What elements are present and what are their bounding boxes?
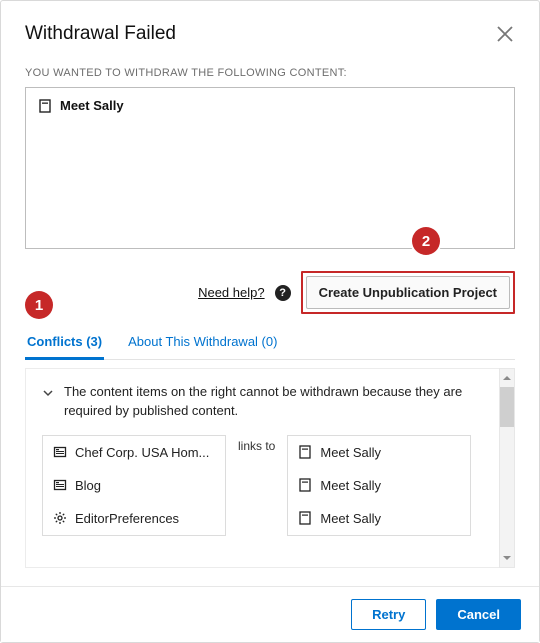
tab-about-withdrawal[interactable]: About This Withdrawal (0): [126, 326, 279, 359]
create-unpublication-highlight: Create Unpublication Project: [301, 271, 515, 314]
scroll-thumb[interactable]: [500, 387, 514, 427]
withdraw-intro-label: YOU WANTED TO WITHDRAW THE FOLLOWING CON…: [25, 67, 515, 79]
create-unpublication-button[interactable]: Create Unpublication Project: [306, 276, 510, 309]
tabs: Conflicts (3) About This Withdrawal (0): [25, 326, 515, 360]
need-help-link[interactable]: Need help?: [198, 285, 265, 300]
help-icon[interactable]: ?: [275, 285, 291, 301]
tab-conflicts[interactable]: Conflicts (3): [25, 326, 104, 359]
close-icon[interactable]: [495, 24, 515, 44]
list-item: Meet Sally: [288, 469, 470, 502]
retry-button[interactable]: Retry: [351, 599, 426, 630]
withdrawal-failed-dialog: Withdrawal Failed YOU WANTED TO WITHDRAW…: [0, 0, 540, 643]
content-item-label: Meet Sally: [60, 98, 124, 113]
gear-icon: [53, 511, 67, 525]
content-item: Meet Sally: [38, 98, 502, 113]
links-to-label: links to: [238, 435, 275, 453]
dialog-title: Withdrawal Failed: [25, 23, 176, 45]
annotation-badge-1: 1: [25, 291, 53, 319]
dialog-footer: Retry Cancel: [1, 586, 539, 642]
list-item: Chef Corp. USA Hom...: [43, 436, 225, 469]
chevron-down-icon[interactable]: [42, 386, 54, 398]
withdraw-content-box: Meet Sally: [25, 87, 515, 249]
list-item: Meet Sally: [288, 502, 470, 535]
conflict-message: The content items on the right cannot be…: [64, 383, 483, 421]
source-items-column: Chef Corp. USA Hom... Blog EditorPrefere…: [42, 435, 226, 536]
page-icon: [53, 445, 67, 459]
document-icon: [298, 478, 312, 492]
scrollbar[interactable]: [499, 368, 515, 568]
document-icon: [298, 511, 312, 525]
target-items-column: Meet Sally Meet Sally Meet Sally: [287, 435, 471, 536]
scroll-down-icon[interactable]: [500, 549, 514, 567]
scroll-up-icon[interactable]: [500, 369, 514, 387]
page-icon: [53, 478, 67, 492]
document-icon: [298, 445, 312, 459]
list-item: Blog: [43, 469, 225, 502]
conflicts-panel: The content items on the right cannot be…: [25, 368, 499, 568]
list-item: EditorPreferences: [43, 502, 225, 535]
list-item: Meet Sally: [288, 436, 470, 469]
cancel-button[interactable]: Cancel: [436, 599, 521, 630]
annotation-badge-2: 2: [412, 227, 440, 255]
document-icon: [38, 99, 52, 113]
